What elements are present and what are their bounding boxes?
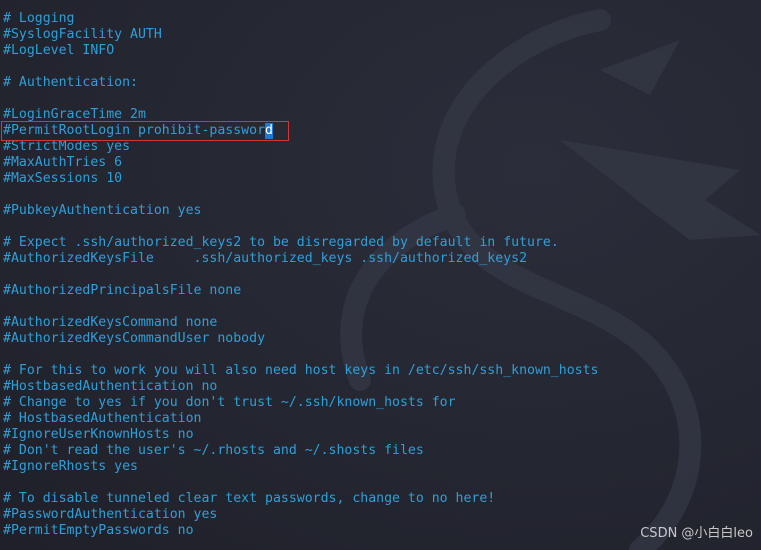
config-line[interactable]: # Don't read the user's ~/.rhosts and ~/… [3, 443, 598, 459]
config-line[interactable]: # Expect .ssh/authorized_keys2 to be dis… [3, 235, 598, 251]
highlight-box: #PermitRootLogin prohibit-password [1, 121, 289, 141]
csdn-watermark: CSDN @小白白leo [640, 526, 753, 541]
config-line[interactable] [3, 219, 598, 235]
config-line[interactable]: #StrictModes yes [3, 139, 598, 155]
config-line[interactable] [3, 91, 598, 107]
config-line[interactable]: #HostbasedAuthentication no [3, 379, 598, 395]
config-line[interactable]: #AuthorizedKeysCommand none [3, 315, 598, 331]
config-line[interactable]: #PermitEmptyPasswords no [3, 523, 598, 539]
config-line[interactable]: # Change to yes if you don't trust ~/.ss… [3, 395, 598, 411]
config-line[interactable] [3, 299, 598, 315]
config-line[interactable]: #MaxAuthTries 6 [3, 155, 598, 171]
config-line[interactable]: # Authentication: [3, 75, 598, 91]
text-cursor[interactable]: d [265, 123, 273, 139]
config-line[interactable]: #AuthorizedPrincipalsFile none [3, 283, 598, 299]
config-line[interactable]: # For this to work you will also need ho… [3, 363, 598, 379]
config-line[interactable] [3, 347, 598, 363]
config-line[interactable] [3, 59, 598, 75]
config-line[interactable]: #LogLevel INFO [3, 43, 598, 59]
config-line[interactable] [3, 267, 598, 283]
config-line[interactable]: #PubkeyAuthentication yes [3, 203, 598, 219]
terminal-window[interactable]: # Logging #SyslogFacility AUTH #LogLevel… [0, 0, 761, 550]
config-line[interactable]: #LoginGraceTime 2m [3, 107, 598, 123]
config-text-area[interactable]: # Logging #SyslogFacility AUTH #LogLevel… [1, 11, 598, 539]
config-line[interactable]: # To disable tunneled clear text passwor… [3, 491, 598, 507]
config-line[interactable]: #IgnoreRhosts yes [3, 459, 598, 475]
config-line[interactable]: #IgnoreUserKnownHosts no [3, 427, 598, 443]
config-line[interactable] [3, 475, 598, 491]
config-line[interactable]: #AuthorizedKeysCommandUser nobody [3, 331, 598, 347]
config-line[interactable]: # Logging [3, 11, 598, 27]
config-line[interactable]: # HostbasedAuthentication [3, 411, 598, 427]
config-line[interactable]: #AuthorizedKeysFile .ssh/authorized_keys… [3, 251, 598, 267]
config-line[interactable] [3, 187, 598, 203]
highlighted-config-line[interactable]: #PermitRootLogin prohibit-password [1, 121, 598, 141]
config-line[interactable]: #SyslogFacility AUTH [3, 27, 598, 43]
config-line[interactable]: #PasswordAuthentication yes [3, 507, 598, 523]
config-line[interactable]: #MaxSessions 10 [3, 171, 598, 187]
highlighted-line-text[interactable]: #PermitRootLogin prohibit-passwor [3, 123, 265, 138]
